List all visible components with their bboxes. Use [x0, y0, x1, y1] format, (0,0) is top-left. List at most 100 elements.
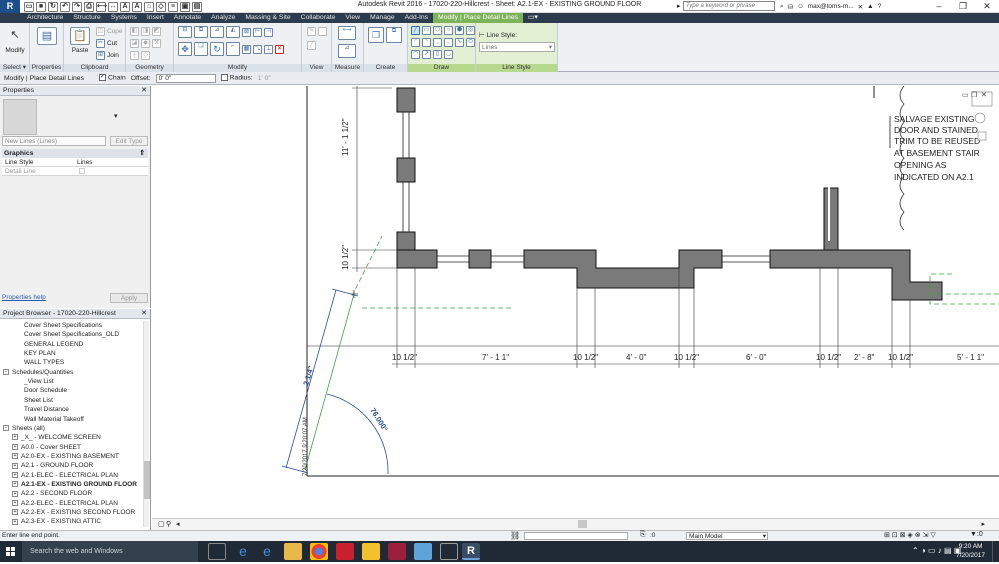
tab-manage[interactable]: Manage	[365, 13, 400, 23]
ribbon-minimize-icon[interactable]: ▭▾	[523, 13, 543, 23]
taskbar-clock[interactable]: 9:20 AM 7/20/2017	[956, 542, 985, 560]
exchange-icon[interactable]: ✕	[858, 3, 863, 11]
scroll-left-icon[interactable]: ◂	[176, 520, 180, 528]
measure-between-icon[interactable]: ⟷	[338, 26, 356, 40]
collapse-icon[interactable]: -	[3, 425, 9, 431]
join-button[interactable]: ⊞Join	[96, 51, 119, 60]
tab-annotate[interactable]: Annotate	[169, 13, 206, 23]
select-dropdown[interactable]: Select ▾	[0, 64, 29, 72]
sticky-notes-icon[interactable]	[362, 543, 380, 560]
aligned-dimension-icon[interactable]: ⊿	[338, 44, 356, 58]
expand-icon[interactable]: +	[12, 519, 18, 525]
rectangle-icon[interactable]: ▭	[422, 26, 431, 35]
pick-walls-icon[interactable]: ▯	[433, 50, 442, 59]
user-name[interactable]: max@toms-m...	[808, 3, 854, 10]
expand-icon[interactable]: +	[12, 463, 18, 469]
paint-icon[interactable]: ◆	[141, 39, 150, 48]
join-geometry-icon[interactable]: ◩	[152, 27, 161, 36]
cope-button[interactable]: ◫Cope	[96, 27, 123, 36]
trim-corner-icon[interactable]: ⌐	[226, 42, 240, 56]
paste-button[interactable]: 📋 Paste	[66, 25, 94, 63]
system-tray-icons[interactable]: ⌃ ◑ ▭ ♪ ▤ ▣	[912, 546, 961, 555]
cope-geometry-icon[interactable]: ◧	[130, 27, 139, 36]
edge-icon[interactable]: e	[234, 543, 252, 560]
browser-tree-item[interactable]: KEY PLAN	[24, 349, 56, 358]
close-icon[interactable]: ✕	[141, 86, 147, 96]
trim-icon[interactable]: ⊢	[253, 28, 262, 37]
scroll-right-icon[interactable]: ▸	[981, 520, 985, 528]
browser-tree-item[interactable]: GENERAL LEGEND	[24, 340, 83, 349]
polygon-icon[interactable]: ⬡	[433, 26, 442, 35]
wall-joins-icon[interactable]: ┼	[130, 51, 139, 60]
tab-analyze[interactable]: Analyze	[206, 13, 240, 23]
properties-button[interactable]: ▤	[33, 25, 61, 63]
partial-ellipse-icon[interactable]: ◡	[444, 50, 453, 59]
rotate-icon[interactable]: ↻	[210, 42, 224, 56]
ie-icon[interactable]: e	[258, 543, 276, 560]
fillet-arc-icon[interactable]: ◟	[444, 38, 453, 47]
drawing-canvas[interactable]: 10 1/2" 7' - 1 1" 10 1/2" 4' - 0" 10 1/2…	[152, 86, 999, 530]
app-icon[interactable]	[388, 543, 406, 560]
taskbar-search-box[interactable]: Search the web and Windows	[22, 541, 198, 562]
move-icon[interactable]: ✥	[178, 42, 192, 56]
browser-tree-item[interactable]: +_X_ - WELCOME SCREEN	[12, 433, 101, 442]
search-icon[interactable]: ⌕	[780, 3, 784, 11]
radius-input[interactable]: 1' 0"	[258, 75, 271, 82]
windows-start-icon[interactable]	[0, 541, 22, 562]
browser-scrollbar[interactable]	[143, 321, 149, 527]
task-view-icon[interactable]	[208, 543, 226, 560]
chrome-icon[interactable]	[310, 543, 328, 560]
communication-icon[interactable]: ▲	[867, 3, 873, 10]
file-explorer-icon[interactable]	[284, 543, 302, 560]
browser-tree-item[interactable]: +A2.1 - GROUND FLOOR	[12, 461, 93, 470]
browser-tree-item[interactable]: +A2.2 - SECOND FLOOR	[12, 489, 92, 498]
browser-tree-item[interactable]: +A2.3-EX - EXISTING ATTIC	[12, 517, 101, 526]
browser-tree-item[interactable]: +A2.0-EX - EXISTING BASEMENT	[12, 452, 119, 461]
browser-tree-item[interactable]: +A2.1-EX - EXISTING GROUND FLOOR	[12, 480, 137, 489]
browser-tree-item[interactable]: _View List	[24, 377, 54, 386]
app-icon[interactable]	[414, 543, 432, 560]
tab-architecture[interactable]: Architecture	[22, 13, 68, 23]
edit-type-button[interactable]: Edit Type	[110, 136, 148, 146]
trim-extend-icon[interactable]: ⊣	[264, 28, 273, 37]
offset-icon[interactable]: ⧉	[194, 26, 208, 38]
design-option-select[interactable]: Main Model▾	[686, 532, 768, 540]
chain-checkbox[interactable]: ✓Chain	[99, 74, 126, 81]
tab-systems[interactable]: Systems	[106, 13, 142, 23]
spline-icon[interactable]: ∿	[455, 38, 464, 47]
prop-row-detail-line[interactable]: Detail Line	[2, 167, 148, 176]
browser-tree-item[interactable]: Door Schedule	[24, 386, 67, 395]
calculator-icon[interactable]	[440, 543, 458, 560]
align-icon[interactable]: ⊟	[178, 26, 192, 38]
apply-button[interactable]: Apply	[110, 293, 148, 303]
arc-start-end-icon[interactable]: ◜	[411, 38, 420, 47]
tab-insert[interactable]: Insert	[142, 13, 169, 23]
tab-collaborate[interactable]: Collaborate	[296, 13, 341, 23]
tab-modify-place-detail-lines[interactable]: Modify | Place Detail Lines	[433, 13, 523, 23]
browser-tree-item[interactable]: +A2.2-ELEC - ELECTRICAL PLAN	[12, 499, 118, 508]
split-icon[interactable]: ⊠	[242, 28, 251, 37]
expand-icon[interactable]: +	[12, 500, 18, 506]
cut-geometry-icon[interactable]: ◨	[141, 27, 150, 36]
restore-icon[interactable]: ❐	[951, 0, 975, 13]
line-icon[interactable]: ╱	[411, 26, 420, 35]
linework-icon[interactable]: ╱	[307, 41, 316, 50]
browser-tree-item[interactable]: Travel Distance	[24, 405, 69, 414]
filter-icon[interactable]: ▼:0	[970, 531, 983, 538]
browser-tree-item[interactable]: +A0.0 - Cover SHEET	[12, 443, 81, 452]
editable-icon[interactable]: ⎘	[640, 531, 646, 539]
browser-tree-item[interactable]: Wall Material Takeoff	[24, 415, 84, 424]
delete-icon[interactable]: ✕	[275, 45, 284, 54]
prop-row-line-style[interactable]: Line Style Lines	[2, 158, 148, 167]
pin-icon[interactable]: ⊥	[264, 45, 273, 54]
circle-center-icon[interactable]: ◎	[466, 26, 475, 35]
close-icon[interactable]: ✕	[975, 0, 999, 13]
minimize-icon[interactable]: –	[927, 0, 951, 13]
scroll-thumb[interactable]	[144, 461, 150, 499]
user-icon[interactable]: ☺	[797, 3, 804, 10]
offset-input[interactable]: 0' 0"	[156, 74, 216, 83]
worksharing-icon[interactable]: ⛓	[510, 531, 520, 540]
expand-icon[interactable]: +	[12, 444, 18, 450]
expand-icon[interactable]: +	[12, 472, 18, 478]
expand-icon[interactable]: +	[12, 453, 18, 459]
